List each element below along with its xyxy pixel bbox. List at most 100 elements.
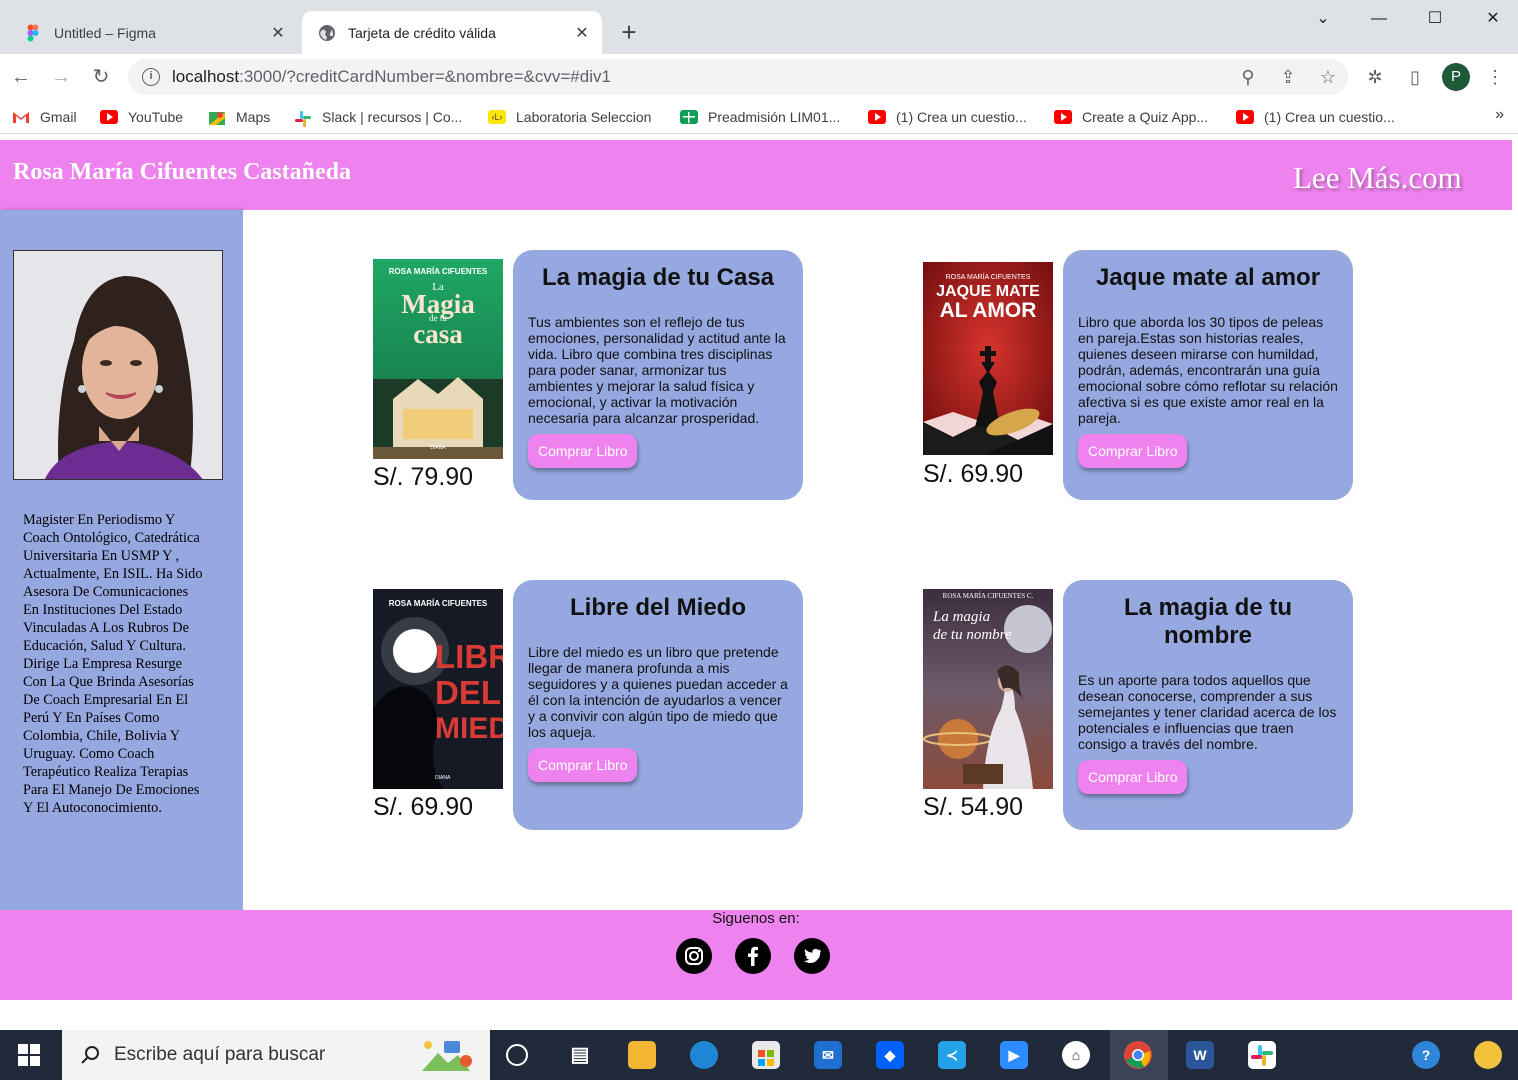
bookmark-youtube[interactable]: YouTube [100, 106, 183, 128]
book-cover-jaque-mate[interactable]: ROSA MARÍA CIFUENTES JAQUE MATE AL AMOR [923, 262, 1053, 455]
taskbar-search-placeholder: Escribe aquí para buscar [114, 1044, 326, 1065]
forward-button[interactable]: → [46, 62, 76, 92]
sheets-icon [680, 110, 698, 124]
book-title: La magia de tu nombre [1123, 594, 1293, 649]
youtube-icon [1236, 110, 1254, 124]
facebook-icon[interactable] [735, 938, 771, 974]
tab-title: Untitled – Figma [54, 24, 156, 41]
dropbox-icon[interactable]: ◆ [876, 1041, 904, 1069]
tab-search-icon[interactable]: ⌄ [1300, 4, 1346, 34]
word-icon[interactable]: W [1186, 1041, 1214, 1069]
book-cover-magia-nombre[interactable]: ROSA MARÍA CIFUENTES C. La magia de tu n… [923, 589, 1053, 789]
bookmark-quiz-2[interactable]: (1) Crea un cuestio... [1236, 106, 1395, 128]
book-cover-libre-miedo[interactable]: ROSA MARÍA CIFUENTES LIBRE DEL MIEDO DIA… [373, 589, 503, 789]
author-sidebar: Magister En Periodismo Y Coach Ontológic… [0, 210, 243, 910]
browser-tabstrip: Untitled – Figma ✕ Tarjeta de crédito vá… [0, 0, 1518, 54]
book-card: La magia de tu Casa Tus ambientes son el… [513, 250, 803, 500]
buy-book-button[interactable]: Comprar Libro [528, 434, 638, 468]
bookmark-slack[interactable]: Slack | recursos | Co... [294, 106, 462, 128]
more-bookmarks-icon[interactable]: » [1495, 106, 1504, 124]
help-icon[interactable]: ? [1412, 1041, 1440, 1069]
book-price: S/. 79.90 [373, 463, 474, 491]
tab-credit-card[interactable]: Tarjeta de crédito válida ✕ [302, 11, 602, 54]
buy-book-button[interactable]: Comprar Libro [1078, 760, 1188, 794]
close-tab-icon[interactable]: ✕ [568, 23, 596, 43]
books-catalog: ROSA MARÍA CIFUENTES La Magia de tu casa… [243, 210, 1512, 910]
new-tab-button[interactable]: + [612, 16, 646, 50]
laboratoria-icon: ‹L› [488, 110, 506, 124]
task-view-icon[interactable] [506, 1044, 528, 1066]
weather-icon[interactable] [1474, 1041, 1502, 1069]
author-photo [13, 250, 223, 480]
gmail-icon [12, 110, 30, 124]
chrome-icon[interactable] [1124, 1041, 1152, 1069]
bookmark-quiz-app[interactable]: Create a Quiz App... [1054, 106, 1208, 128]
site-header: Rosa María Cifuentes Castañeda Lee Más.c… [0, 140, 1512, 210]
book-title: Libre del Miedo [569, 594, 746, 621]
follow-label: Siguenos en: [712, 910, 800, 927]
extensions-icon[interactable]: ✲ [1360, 62, 1390, 92]
book-description: Es un aporte para todos aquellos que des… [1078, 672, 1337, 752]
side-panel-icon[interactable]: ▯ [1400, 62, 1430, 92]
buy-book-button[interactable]: Comprar Libro [1078, 434, 1188, 468]
book-cover-magia-casa[interactable]: ROSA MARÍA CIFUENTES La Magia de tu casa… [373, 259, 503, 459]
cover-publisher: DIANA [430, 445, 446, 451]
book-description: Libro que aborda los 30 tipos de peleas … [1078, 314, 1338, 426]
url-text[interactable]: localhost:3000/?creditCardNumber=&nombre… [172, 67, 1228, 87]
zoom-icon[interactable]: ⚲ [1228, 67, 1268, 88]
close-window-button[interactable]: ✕ [1470, 4, 1516, 34]
file-explorer-icon[interactable] [628, 1041, 656, 1069]
tab-figma[interactable]: Untitled – Figma ✕ [8, 11, 298, 54]
taskbar-search[interactable]: Escribe aquí para buscar [62, 1030, 490, 1080]
back-button[interactable]: ← [6, 62, 36, 92]
windows-start-icon[interactable] [18, 1044, 40, 1066]
search-icon [80, 1045, 100, 1065]
profile-avatar[interactable]: P [1442, 63, 1470, 91]
cover-publisher: DIANA [435, 775, 451, 781]
youtube-icon [868, 110, 886, 124]
zoom-icon[interactable]: ▶ [1000, 1041, 1028, 1069]
menu-icon[interactable]: ⋮ [1480, 62, 1510, 92]
mail-icon[interactable]: ✉ [814, 1041, 842, 1069]
app-icon[interactable]: ⌂ [1062, 1041, 1090, 1069]
share-icon[interactable]: ⇪ [1268, 67, 1308, 88]
youtube-icon [100, 110, 118, 124]
bookmark-gmail[interactable]: Gmail [12, 106, 77, 128]
edge-icon[interactable] [690, 1041, 718, 1069]
cover-title: LIBRE [435, 638, 503, 675]
bookmark-preadmision[interactable]: Preadmisión LIM01... [680, 106, 840, 128]
slack-icon[interactable] [1248, 1041, 1276, 1069]
cover-author: ROSA MARÍA CIFUENTES [945, 274, 1031, 281]
book-price: S/. 69.90 [373, 793, 474, 821]
bookmark-star-icon[interactable]: ☆ [1308, 67, 1348, 88]
bookmark-quiz-1[interactable]: (1) Crea un cuestio... [868, 106, 1027, 128]
browser-toolbar: ← → ↻ i localhost:3000/?creditCardNumber… [0, 54, 1518, 100]
cover-title: JAQUE MATE [936, 283, 1040, 300]
site-footer: Siguenos en: [0, 910, 1512, 1000]
maps-icon [208, 110, 226, 125]
book-price: S/. 69.90 [923, 460, 1024, 488]
minimize-button[interactable]: — [1356, 4, 1402, 34]
author-name: Rosa María Cifuentes Castañeda [13, 159, 351, 185]
vscode-icon[interactable]: ≺ [938, 1041, 966, 1069]
bookmark-laboratoria[interactable]: ‹L› Laboratoria Seleccion [488, 106, 651, 128]
address-bar[interactable]: i localhost:3000/?creditCardNumber=&nomb… [128, 59, 1348, 95]
cover-author: ROSA MARÍA CIFUENTES [388, 267, 488, 276]
widgets-icon[interactable]: ▤ [566, 1041, 594, 1069]
twitter-icon[interactable] [794, 938, 830, 974]
tab-title: Tarjeta de crédito válida [348, 24, 496, 41]
site-brand[interactable]: Lee Más.com [1293, 160, 1462, 196]
search-highlight-icon [418, 1037, 474, 1073]
bookmarks-bar: Gmail YouTube Maps Slack | recursos | Co… [0, 100, 1518, 134]
buy-book-button[interactable]: Comprar Libro [528, 748, 638, 782]
maximize-button[interactable]: ☐ [1412, 4, 1458, 34]
instagram-icon[interactable] [676, 938, 712, 974]
reload-button[interactable]: ↻ [86, 62, 116, 92]
book-description: Libre del miedo es un libro que pretende… [528, 644, 788, 740]
cover-title: casa [413, 319, 463, 349]
book-card: Jaque mate al amor Libro que aborda los … [1063, 250, 1353, 500]
bookmark-maps[interactable]: Maps [208, 106, 270, 128]
site-info-icon[interactable]: i [142, 68, 160, 86]
close-tab-icon[interactable]: ✕ [264, 23, 292, 43]
store-icon[interactable] [752, 1041, 780, 1069]
